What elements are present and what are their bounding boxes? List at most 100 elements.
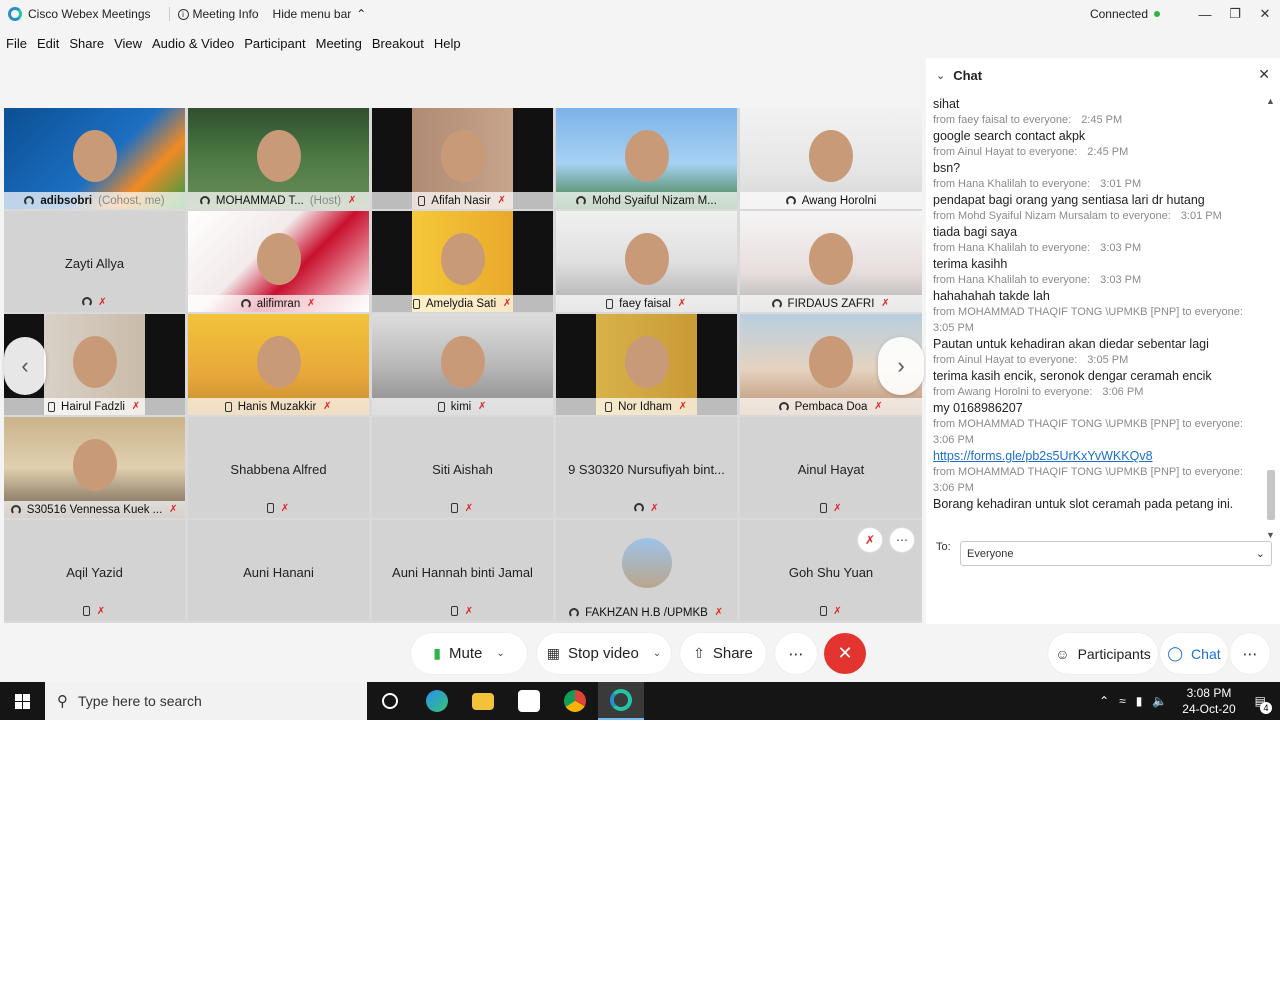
restore-button[interactable]: ❐ [1220,0,1250,28]
headset-icon [240,298,251,309]
chat-scrollbar[interactable]: ▲ ▼ [1266,96,1276,540]
participant-tile[interactable]: 9 S30320 Nursufiyah bint... ✗ [556,417,737,518]
scroll-down-icon[interactable]: ▼ [1266,530,1275,540]
next-page-button[interactable]: › [878,337,924,395]
participant-tile[interactable]: Auni Hanani [188,520,369,621]
mute-button[interactable]: ▮ Mute ⌄ [411,633,527,674]
participant-tile[interactable]: MOHAMMAD T... (Host) ✗ [188,108,369,209]
microphone-icon: ▮ [433,645,441,661]
task-view-button[interactable] [367,682,413,720]
participant-tile[interactable]: FAKHZAN H.B /UPMKB ✗ [556,520,737,621]
meeting-info-button[interactable]: i Meeting Info [177,7,259,21]
taskbar-clock[interactable]: 3:08 PM 24-Oct-20 [1182,685,1235,717]
menu-view[interactable]: View [109,36,147,51]
chat-sender: from Hana Khalilah to everyone: [933,242,1091,254]
hide-menu-bar-button[interactable]: Hide menu bar ⌃ [273,7,367,21]
participant-tile[interactable]: Auni Hannah binti Jamal ✗ [372,520,553,621]
chat-to-label: To: [936,541,951,553]
participant-name: S30516 Vennessa Kuek ... [26,503,163,516]
participant-tile[interactable]: Siti Aishah ✗ [372,417,553,518]
mute-dropdown-icon[interactable]: ⌄ [496,648,504,659]
edge-icon [426,690,448,712]
close-window-button[interactable]: ✕ [1250,0,1280,28]
participant-face [440,233,485,285]
video-dropdown-icon[interactable]: ⌄ [653,648,661,659]
participant-tile[interactable]: S30516 Vennessa Kuek ... ✗ [4,417,185,518]
participant-tile[interactable]: kimi ✗ [372,314,553,415]
show-hidden-icons-icon[interactable]: ⌃ [1099,694,1109,708]
participant-tile[interactable]: Amelydia Sati ✗ [372,211,553,312]
tile-mute-button[interactable]: ✗ [857,527,883,553]
participant-face [72,336,117,388]
mobile-device-icon [83,606,90,616]
chat-message-text: tiada bagi saya [933,225,1018,239]
participant-status-bar: kimi ✗ [372,398,553,415]
participant-tile[interactable]: Shabbena Alfred ✗ [188,417,369,518]
battery-icon[interactable]: ▮ [1136,694,1143,708]
store-app[interactable] [506,682,552,720]
notifications-icon[interactable]: ▤ 4 [1255,694,1272,714]
notifications-count: 4 [1260,702,1272,714]
webex-app[interactable] [598,682,644,720]
stop-video-button[interactable]: ▦ Stop video ⌄ [537,633,671,674]
participant-tile[interactable]: FIRDAUS ZAFRI ✗ [740,211,922,312]
end-meeting-button[interactable]: ✕ [824,633,866,674]
chrome-app[interactable] [552,682,598,720]
participant-face [624,336,669,388]
participant-tile[interactable]: Afifah Nasir ✗ [372,108,553,209]
mic-muted-icon: ✗ [714,607,724,618]
file-explorer-app[interactable] [460,682,506,720]
close-chat-button[interactable]: ✕ [1258,66,1270,83]
participant-tile[interactable]: Zayti Allya ✗ [4,211,185,312]
participant-tile[interactable]: Mohd Syaiful Nizam M... [556,108,737,209]
menu-breakout[interactable]: Breakout [367,36,429,51]
minimize-button[interactable]: — [1190,0,1220,28]
mic-muted-icon: ✗ [502,298,512,309]
participants-button[interactable]: ☺ Participants [1048,633,1158,674]
participant-tile[interactable]: Hanis Muzakkir ✗ [188,314,369,415]
participant-status-bar: Amelydia Sati ✗ [372,295,553,312]
participant-name: FAKHZAN H.B /UPMKB [585,606,708,619]
participant-tile[interactable]: adibsobri (Cohost, me) [4,108,185,209]
participant-status-bar: adibsobri (Cohost, me) [4,192,185,209]
participant-face [256,336,301,388]
scroll-up-icon[interactable]: ▲ [1266,96,1275,106]
participant-status-bar: Hanis Muzakkir ✗ [188,398,369,415]
previous-page-button[interactable]: ‹ [4,337,46,395]
mobile-device-icon [451,503,458,513]
participant-tile[interactable]: alifimran ✗ [188,211,369,312]
participant-tile[interactable]: Nor Idham ✗ [556,314,737,415]
chat-recipient-select[interactable]: Everyone ⌄ [960,541,1272,566]
mic-muted-icon: ✗ [323,401,332,412]
participant-tile[interactable]: Ainul Hayat ✗ [740,417,922,518]
chat-message-link[interactable]: https://forms.gle/pb2s5UrKxYvWKKQv8 [933,448,1263,464]
collapse-chevron-icon[interactable]: ⌄ [936,69,945,82]
taskbar-search[interactable]: ⚲ Type here to search [45,682,367,720]
menu-edit[interactable]: Edit [32,36,64,51]
share-button[interactable]: ⇧ Share [680,633,766,674]
more-options-button[interactable]: ⋯ [775,633,817,674]
chat-button[interactable]: ◯ Chat [1160,633,1228,674]
edge-app[interactable] [414,682,460,720]
menu-share[interactable]: Share [64,36,109,51]
start-button[interactable] [0,682,45,720]
participant-name: Awang Horolni [801,194,877,207]
participant-status-bar: Awang Horolni [740,192,922,209]
menu-help[interactable]: Help [429,36,466,51]
wifi-icon[interactable]: ≈ [1119,694,1126,708]
mobile-device-icon [437,401,445,412]
scroll-thumb[interactable] [1267,470,1275,520]
mobile-device-icon [606,298,614,309]
mic-muted-icon: ✗ [478,401,487,412]
menu-audio-video[interactable]: Audio & Video [147,36,239,51]
volume-icon[interactable]: 🔈 [1152,694,1167,708]
menu-file[interactable]: File [0,36,32,51]
menu-participant[interactable]: Participant [239,36,310,51]
participant-tile[interactable]: Awang Horolni [740,108,922,209]
panel-more-button[interactable]: ⋯ [1230,633,1270,674]
participant-tile[interactable]: Aqil Yazid ✗ [4,520,185,621]
participant-tile[interactable]: faey faisal ✗ [556,211,737,312]
tile-more-button[interactable]: ⋯ [889,527,915,553]
menu-meeting[interactable]: Meeting [311,36,367,51]
chat-message-list[interactable]: sihat from faey faisal to everyone: 2:45 P… [933,96,1263,540]
